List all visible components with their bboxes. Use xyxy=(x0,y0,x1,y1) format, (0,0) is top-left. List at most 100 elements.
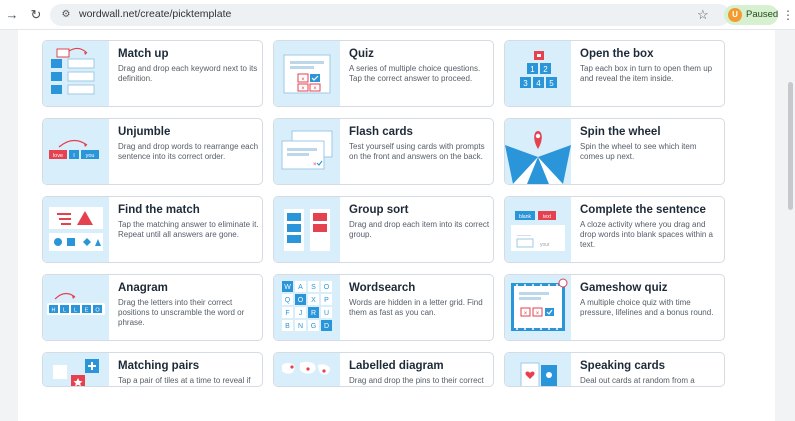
svg-text:×: × xyxy=(301,77,305,83)
avatar: U xyxy=(728,8,742,22)
letter-cell-text: A xyxy=(298,284,303,291)
menu-kebab-icon[interactable]: ⋮ xyxy=(782,7,794,23)
group-sort-thumbnail xyxy=(274,197,340,262)
letter-cell-text: S xyxy=(311,284,316,291)
letter-cell-text: B xyxy=(285,323,290,330)
flash-cards-thumbnail: × xyxy=(274,119,340,184)
svg-text:×: × xyxy=(536,311,540,317)
profile-button[interactable]: U Paused xyxy=(724,5,778,25)
template-title: Anagram xyxy=(118,282,168,294)
template-description: Tap each box in turn to open them up and… xyxy=(580,64,713,84)
template-card-flash-cards[interactable]: × Flash cards Test yourself using cards … xyxy=(273,118,494,185)
template-title: Flash cards xyxy=(349,126,413,138)
forward-arrow-icon[interactable]: → xyxy=(4,7,20,23)
template-card-matching-pairs[interactable]: Matching pairs Tap a pair of tiles at a … xyxy=(42,352,263,387)
matching-pairs-thumbnail xyxy=(43,353,109,386)
letter-cell-text: O xyxy=(298,297,304,304)
bookmark-star-icon[interactable]: ☆ xyxy=(697,7,709,23)
box-number: 4 xyxy=(536,79,541,88)
letter-cell-text: J xyxy=(299,310,303,317)
template-card-spin-the-wheel[interactable]: Spin the wheel Spin the wheel to see whi… xyxy=(504,118,725,185)
site-settings-icon[interactable]: ⚙ xyxy=(59,8,73,22)
group-sort-icon xyxy=(284,209,330,251)
template-card-find-the-match[interactable]: Find the match Tap the matching answer t… xyxy=(42,196,263,263)
anagram-thumbnail: H L L E O xyxy=(43,275,109,340)
address-bar[interactable]: ⚙ wordwall.net/create/picktemplate xyxy=(50,4,730,26)
letter-cell-text: P xyxy=(324,297,329,304)
template-card-match-up[interactable]: Match up Drag and drop each keyword next… xyxy=(42,40,263,107)
template-title: Wordsearch xyxy=(349,282,416,294)
open-the-box-thumbnail: 1 2 3 4 5 xyxy=(505,41,571,106)
letter-cell-text: U xyxy=(324,310,329,317)
box-number: 5 xyxy=(549,79,554,88)
letter-tile: H xyxy=(52,308,56,314)
speaking-cards-icon xyxy=(520,362,557,386)
cloze-word: blank xyxy=(519,214,531,220)
cloze-placeholder: _____ xyxy=(516,231,531,237)
template-card-speaking-cards[interactable]: Speaking cards Deal out cards at random … xyxy=(504,352,725,387)
template-title: Complete the sentence xyxy=(580,204,706,216)
letter-tile: L xyxy=(63,308,66,314)
letter-cell-text: F xyxy=(285,310,289,317)
letter-tile: L xyxy=(74,308,77,314)
word-tile: love xyxy=(53,153,63,159)
find-the-match-thumbnail xyxy=(43,197,109,262)
word-tile: you xyxy=(86,153,95,159)
scrollbar-thumb[interactable] xyxy=(788,82,793,210)
letter-cell-text: G xyxy=(311,323,316,330)
template-card-group-sort[interactable]: Group sort Drag and drop each item into … xyxy=(273,196,494,263)
template-title: Gameshow quiz xyxy=(580,282,668,294)
match-up-icon xyxy=(51,47,95,95)
template-description: Drag and drop each item into its correct… xyxy=(349,220,490,240)
browser-toolbar: → ↻ ⚙ wordwall.net/create/picktemplate ☆… xyxy=(0,0,795,30)
template-description: Drag and drop words to rearrange each se… xyxy=(118,142,259,162)
world-map-icon xyxy=(282,361,330,375)
box-number: 1 xyxy=(530,65,535,74)
letter-cell-text: R xyxy=(311,310,316,317)
template-card-gameshow-quiz[interactable]: × × Gameshow quiz A multiple choice quiz… xyxy=(504,274,725,341)
template-description: Drag and drop the pins to their correct … xyxy=(349,376,484,385)
unjumble-thumbnail: love I you xyxy=(43,119,109,184)
reload-icon[interactable]: ↻ xyxy=(28,7,44,23)
template-title: Matching pairs xyxy=(118,360,200,372)
cloze-tail: your xyxy=(540,242,550,248)
gameshow-icon: × × xyxy=(511,278,568,331)
letter-grid-icon: W A S OQ O X PF J R UB N G D xyxy=(282,281,332,331)
template-card-quiz[interactable]: × × × Quiz A series of multiple choice q… xyxy=(273,40,494,107)
svg-text:×: × xyxy=(313,86,317,92)
template-card-open-the-box[interactable]: 1 2 3 4 5 Open the box Tap each box in t… xyxy=(504,40,725,107)
template-page: Match up Drag and drop each keyword next… xyxy=(18,30,775,421)
url-text: wordwall.net/create/picktemplate xyxy=(79,8,232,20)
page-scrollbar[interactable] xyxy=(786,30,795,421)
complete-the-sentence-thumbnail: blank text _____ your xyxy=(505,197,571,262)
svg-text:×: × xyxy=(524,311,528,317)
letter-cell-text: N xyxy=(298,323,303,330)
flash-cards-icon: × xyxy=(281,130,333,170)
template-title: Group sort xyxy=(349,204,409,216)
template-card-wordsearch[interactable]: WASOQOXPFJRUBNGD Wordsearch Words are hi… xyxy=(273,274,494,341)
template-title: Spin the wheel xyxy=(580,126,661,138)
box-number: 2 xyxy=(543,65,548,74)
matching-pairs-icon xyxy=(53,359,99,386)
svg-text:×: × xyxy=(301,86,305,92)
letter-tile: E xyxy=(85,308,89,314)
template-title: Open the box xyxy=(580,48,654,60)
unjumble-icon: love I you xyxy=(49,139,99,159)
numbered-boxes-icon: 1 2 3 4 5 xyxy=(520,51,557,88)
box-number: 3 xyxy=(523,79,528,88)
letter-cell-text: O xyxy=(324,284,330,291)
template-description: Drag and drop each keyword next to its d… xyxy=(118,64,258,84)
spinning-wheel-icon xyxy=(505,131,571,184)
template-card-labelled-diagram[interactable]: Labelled diagram Drag and drop the pins … xyxy=(273,352,494,387)
template-card-complete-the-sentence[interactable]: blank text _____ your Complete the sente… xyxy=(504,196,725,263)
template-card-anagram[interactable]: H L L E O Anagram Drag the letters into … xyxy=(42,274,263,341)
template-description: Words are hidden in a letter grid. Find … xyxy=(349,298,483,318)
labelled-diagram-thumbnail xyxy=(274,353,340,386)
template-title: Quiz xyxy=(349,48,374,60)
template-title: Speaking cards xyxy=(580,360,666,372)
spin-the-wheel-thumbnail xyxy=(505,119,571,184)
template-card-unjumble[interactable]: love I you Unjumble Drag and drop words … xyxy=(42,118,263,185)
cloze-word: text xyxy=(543,214,552,220)
speaking-cards-thumbnail xyxy=(505,353,571,386)
profile-status: Paused xyxy=(746,9,779,20)
